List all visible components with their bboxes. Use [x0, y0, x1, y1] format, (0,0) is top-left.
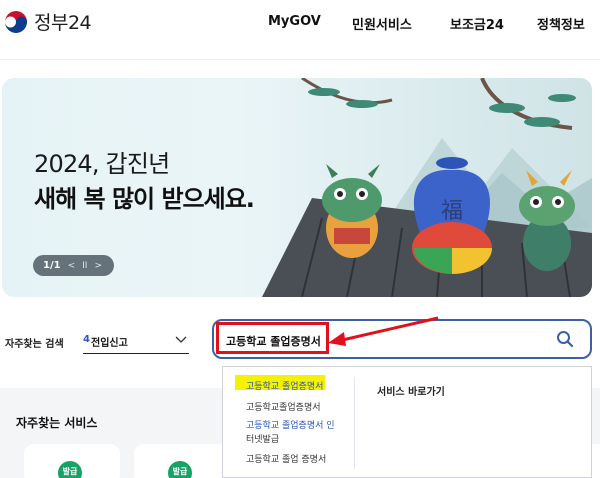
nav-civil-services[interactable]: 민원서비스	[352, 14, 412, 33]
service-shortcut-title: 서비스 바로가기	[377, 387, 445, 398]
frequent-services-title: 자주찾는 서비스	[16, 416, 98, 430]
autocomplete-item[interactable]: 고등학교 졸업 증명서	[246, 454, 326, 466]
banner-pager: 1/1 < II >	[33, 255, 114, 276]
pager-pause-button[interactable]: II	[82, 261, 87, 271]
chevron-down-icon	[175, 336, 187, 343]
service-card[interactable]: 발급	[134, 444, 230, 478]
pager-next-button[interactable]: >	[94, 261, 102, 271]
nav-mygov[interactable]: MyGOV	[268, 14, 321, 29]
autocomplete-dropdown: 고등학교 졸업증명서 고등학교졸업증명서 고등학교 졸업증명서 인 터넷발급 고…	[222, 366, 592, 478]
annotation-arrow-icon	[328, 316, 439, 346]
svg-text:福: 福	[441, 199, 463, 224]
pager-count: 1/1	[43, 260, 61, 271]
frequent-search-label: 자주찾는 검색	[5, 339, 64, 350]
annotation-highlight-box	[216, 322, 329, 354]
autocomplete-item-continued[interactable]: 터넷발급	[246, 434, 279, 446]
service-card[interactable]: 발급	[24, 444, 120, 478]
banner-title-line2: 새해 복 많이 받으세요.	[34, 185, 255, 213]
nav-policy-info[interactable]: 정책정보	[537, 14, 585, 33]
frequent-search-rank: 4	[83, 334, 90, 345]
site-header: 정부24 MyGOV 민원서비스 보조금24 정책정보	[0, 0, 600, 60]
pager-prev-button[interactable]: <	[68, 261, 76, 271]
dropdown-divider	[354, 377, 355, 469]
autocomplete-item[interactable]: 고등학교졸업증명서	[246, 402, 321, 414]
issue-badge: 발급	[58, 461, 82, 478]
issue-badge: 발급	[168, 461, 192, 478]
search-icon[interactable]	[556, 330, 574, 348]
new-year-illustration: 福	[262, 78, 592, 297]
autocomplete-item[interactable]: 고등학교 졸업증명서	[246, 381, 323, 393]
autocomplete-item[interactable]: 고등학교 졸업증명서 인	[246, 420, 335, 432]
frequent-search-term: 전입신고	[91, 338, 128, 349]
banner-title-line1: 2024, 갑진년	[34, 150, 170, 178]
frequent-search-select[interactable]: 4 전입신고	[83, 328, 189, 354]
new-year-banner[interactable]: 福 2024, 갑진년 새해 복 많이 받으세요. 1/1 < II >	[2, 78, 592, 297]
nav-subsidy24[interactable]: 보조금24	[450, 14, 504, 33]
main-nav: MyGOV 민원서비스 보조금24 정책정보	[0, 14, 600, 34]
